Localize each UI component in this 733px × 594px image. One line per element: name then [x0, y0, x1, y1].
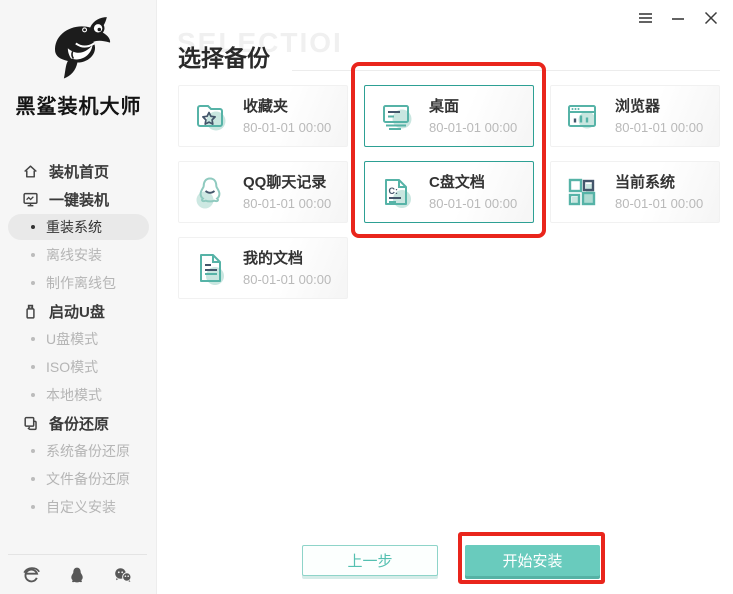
- bullet-icon: [31, 253, 35, 257]
- sidebar-item-label: 离线安装: [46, 247, 102, 263]
- backup-card-date: 80-01-01 00:00: [429, 195, 518, 211]
- bullet-icon: [31, 365, 35, 369]
- sidebar: 黑鲨装机大师 装机首页 一键装机 重装系统 离线安装 制作离线包 启动U盘 U盘…: [0, 0, 157, 594]
- sidebar-item-file-backup-restore[interactable]: 文件备份还原: [0, 465, 157, 493]
- page-title: 选择备份: [178, 45, 270, 71]
- backup-card-label: 桌面: [429, 97, 460, 115]
- title-divider: [292, 70, 720, 71]
- shark-logo-icon: [0, 10, 157, 88]
- sidebar-item-offline-install[interactable]: 离线安装: [0, 241, 157, 269]
- sidebar-item-reinstall-system[interactable]: 重装系统: [8, 214, 149, 240]
- bullet-icon: [31, 225, 35, 229]
- app-title: 黑鲨装机大师: [15, 96, 142, 118]
- close-icon[interactable]: [703, 10, 719, 26]
- sidebar-menu: 装机首页 一键装机 重装系统 离线安装 制作离线包 启动U盘 U盘模式 ISO模…: [0, 157, 157, 521]
- qq-chat-icon: [190, 172, 230, 212]
- monitor-chart-icon: [22, 191, 39, 208]
- backup-card-label: 收藏夹: [243, 97, 289, 115]
- sidebar-item-boot-usb[interactable]: 启动U盘: [0, 297, 157, 325]
- backup-card-my-documents[interactable]: 我的文档 80-01-01 00:00: [178, 237, 348, 299]
- backup-card-qq-chat[interactable]: QQ聊天记录 80-01-01 00:00: [178, 161, 348, 223]
- backup-card-date: 80-01-01 00:00: [243, 195, 332, 211]
- bullet-icon: [31, 337, 35, 341]
- bullet-icon: [31, 281, 35, 285]
- sidebar-item-local-mode[interactable]: 本地模式: [0, 381, 157, 409]
- backup-card-desktop[interactable]: 桌面 80-01-01 00:00: [364, 85, 534, 147]
- wechat-icon[interactable]: [113, 566, 133, 584]
- backup-card-date: 80-01-01 00:00: [243, 271, 332, 287]
- sidebar-item-usb-mode[interactable]: U盘模式: [0, 325, 157, 353]
- backup-card-label: 当前系统: [615, 173, 676, 191]
- sidebar-item-label: 制作离线包: [46, 275, 116, 291]
- sidebar-item-home[interactable]: 装机首页: [0, 157, 157, 185]
- usb-drive-icon: [22, 303, 39, 320]
- sidebar-item-backup-restore[interactable]: 备份还原: [0, 409, 157, 437]
- backup-card-date: 80-01-01 00:00: [615, 119, 704, 135]
- sidebar-item-label: U盘模式: [46, 331, 99, 347]
- qq-icon[interactable]: [68, 566, 86, 584]
- sidebar-item-label: 文件备份还原: [46, 471, 130, 487]
- backup-cards-grid: 收藏夹 80-01-01 00:00 桌面 80-01-01 00:00 浏览器…: [178, 85, 720, 299]
- backup-card-label: 我的文档: [243, 249, 304, 267]
- backup-card-browser[interactable]: 浏览器 80-01-01 00:00: [550, 85, 720, 147]
- backup-card-c-drive-docs[interactable]: C: C盘文档 80-01-01 00:00: [364, 161, 534, 223]
- app-window: 黑鲨装机大师 装机首页 一键装机 重装系统 离线安装 制作离线包 启动U盘 U盘…: [0, 0, 733, 594]
- app-logo: 黑鲨装机大师: [0, 10, 157, 119]
- menu-icon[interactable]: [637, 10, 653, 26]
- sidebar-item-label: 系统备份还原: [46, 443, 130, 459]
- sidebar-footer: [8, 554, 147, 594]
- sidebar-item-label: 装机首页: [49, 163, 110, 181]
- previous-step-button[interactable]: 上一步: [302, 545, 438, 576]
- sidebar-item-label: 备份还原: [49, 415, 110, 433]
- backup-restore-icon: [22, 415, 39, 432]
- backup-card-favorites[interactable]: 收藏夹 80-01-01 00:00: [178, 85, 348, 147]
- c-drive-doc-icon: C:: [376, 172, 416, 212]
- start-install-button[interactable]: 开始安装: [465, 545, 600, 576]
- window-controls: [637, 10, 719, 26]
- bullet-icon: [31, 393, 35, 397]
- sidebar-item-system-backup-restore[interactable]: 系统备份还原: [0, 437, 157, 465]
- bullet-icon: [31, 477, 35, 481]
- sidebar-item-label: 一键装机: [49, 191, 110, 209]
- ie-browser-icon[interactable]: [22, 565, 41, 584]
- bullet-icon: [31, 449, 35, 453]
- backup-card-label: C盘文档: [429, 173, 485, 191]
- backup-card-date: 80-01-01 00:00: [243, 119, 332, 135]
- backup-card-label: 浏览器: [615, 97, 661, 115]
- my-documents-icon: [190, 248, 230, 288]
- sidebar-item-label: 启动U盘: [49, 303, 105, 321]
- backup-card-label: QQ聊天记录: [243, 173, 327, 191]
- sidebar-item-iso-mode[interactable]: ISO模式: [0, 353, 157, 381]
- sidebar-item-label: 重装系统: [46, 219, 102, 235]
- home-icon: [22, 163, 39, 180]
- sidebar-item-make-offline-pack[interactable]: 制作离线包: [0, 269, 157, 297]
- current-system-icon: [562, 172, 602, 212]
- desktop-icon: [376, 96, 416, 136]
- sidebar-item-label: 本地模式: [46, 387, 102, 403]
- backup-card-date: 80-01-01 00:00: [615, 195, 704, 211]
- sidebar-item-label: 自定义安装: [46, 499, 116, 515]
- c-drive-label: C:: [389, 186, 399, 196]
- sidebar-item-label: ISO模式: [46, 359, 99, 375]
- folder-star-icon: [190, 96, 230, 136]
- backup-card-current-system[interactable]: 当前系统 80-01-01 00:00: [550, 161, 720, 223]
- bullet-icon: [31, 505, 35, 509]
- browser-icon: [562, 96, 602, 136]
- minimize-icon[interactable]: [670, 10, 686, 26]
- sidebar-item-one-key-install[interactable]: 一键装机: [0, 185, 157, 213]
- backup-card-date: 80-01-01 00:00: [429, 119, 518, 135]
- sidebar-item-custom-install[interactable]: 自定义安装: [0, 493, 157, 521]
